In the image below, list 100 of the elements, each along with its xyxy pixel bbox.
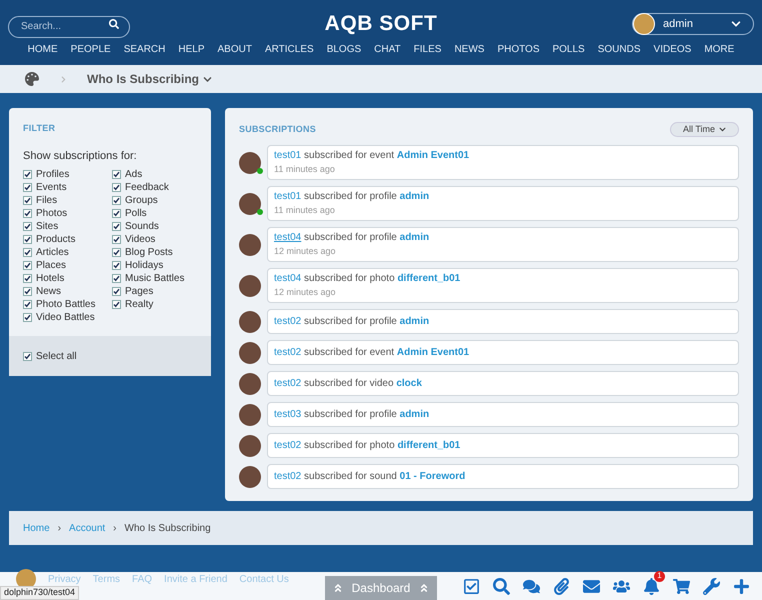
checkbox[interactable] [23, 287, 32, 296]
breadcrumb-link[interactable]: Account [69, 520, 106, 536]
users-icon[interactable] [613, 578, 630, 594]
avatar[interactable] [239, 466, 261, 488]
checkbox[interactable] [112, 183, 121, 192]
cart-icon[interactable] [673, 578, 690, 594]
double-chevron-up-icon [333, 583, 343, 593]
object-link[interactable]: different_b01 [397, 440, 460, 451]
envelope-icon[interactable] [583, 578, 600, 594]
user-link[interactable]: test02 [274, 440, 302, 451]
nav-link[interactable]: NEWS [454, 42, 484, 57]
nav-link[interactable]: SEARCH [124, 42, 166, 57]
avatar[interactable] [239, 404, 261, 426]
checkbox[interactable] [23, 313, 32, 322]
checkbox[interactable] [23, 170, 32, 179]
checkbox[interactable] [23, 235, 32, 244]
user-link[interactable]: test03 [274, 409, 302, 420]
checkbox-label: Feedback [125, 181, 169, 194]
site-logo[interactable]: AQB SOFT [324, 8, 438, 40]
avatar[interactable] [239, 152, 261, 174]
user-link[interactable]: test01 [274, 191, 302, 202]
notification-badge: 1 [654, 570, 665, 582]
footer-link[interactable]: Invite a Friend [164, 572, 228, 586]
object-link[interactable]: admin [400, 191, 430, 202]
user-link[interactable]: test02 [274, 378, 302, 389]
checkbox[interactable] [23, 352, 32, 360]
object-link[interactable]: Admin Event01 [396, 347, 470, 358]
user-link[interactable]: test02 [274, 471, 302, 482]
checkbox[interactable] [23, 248, 32, 257]
status-url: dolphin730/test04 [0, 586, 80, 600]
checkbox[interactable] [112, 274, 121, 283]
avatar[interactable] [239, 310, 261, 332]
plus-icon[interactable] [733, 578, 750, 594]
palette-icon[interactable] [24, 72, 40, 86]
object-link[interactable]: 01 - Foreword [400, 471, 466, 482]
avatar[interactable] [239, 372, 261, 394]
nav-link[interactable]: HELP [178, 42, 204, 57]
nav-link[interactable]: SOUNDS [598, 42, 641, 57]
nav-link[interactable]: PHOTOS [497, 42, 540, 57]
checkbox[interactable] [112, 261, 121, 270]
user-menu[interactable]: admin [632, 13, 754, 35]
checkbox[interactable] [112, 170, 121, 179]
search-icon[interactable] [493, 578, 510, 594]
bell-icon[interactable] [643, 578, 660, 594]
checkbox[interactable] [112, 287, 121, 296]
user-link[interactable]: test02 [274, 347, 302, 358]
panel-title: FILTER [23, 122, 56, 135]
checkbox[interactable] [23, 196, 32, 205]
object-link[interactable]: admin [400, 316, 430, 327]
nav-link[interactable]: HOME [28, 42, 58, 57]
breadcrumb-link[interactable]: Home [23, 520, 50, 536]
checkbox[interactable] [23, 261, 32, 270]
checkbox[interactable] [112, 209, 121, 218]
checkbox[interactable] [23, 222, 32, 231]
paperclip-icon[interactable] [553, 578, 570, 594]
checkbox[interactable] [23, 183, 32, 192]
nav-link[interactable]: FILES [414, 42, 442, 57]
nav-link[interactable]: POLLS [552, 42, 585, 57]
avatar[interactable] [239, 342, 261, 364]
checkbox[interactable] [112, 222, 121, 231]
checkbox-icon[interactable] [463, 578, 480, 594]
nav-link[interactable]: ABOUT [218, 42, 252, 57]
page-title-menu[interactable]: Who Is Subscribing [87, 70, 212, 88]
checkbox-label: Photos [36, 207, 68, 220]
avatar[interactable] [239, 434, 261, 456]
user-link[interactable]: test01 [274, 150, 302, 162]
checkbox[interactable] [23, 274, 32, 283]
checkbox[interactable] [23, 209, 32, 218]
time-ago: 11 minutes ago [274, 204, 336, 218]
checkbox-label: Files [36, 194, 58, 207]
search-icon[interactable] [109, 19, 119, 29]
nav-link[interactable]: MORE [704, 42, 734, 57]
nav-link[interactable]: CHAT [374, 42, 401, 57]
object-link[interactable]: clock [396, 378, 422, 389]
avatar[interactable] [239, 234, 261, 256]
dashboard-button[interactable]: Dashboard [325, 576, 437, 600]
wrench-icon[interactable] [703, 578, 720, 594]
object-link[interactable]: different_b01 [397, 273, 460, 284]
checkbox[interactable] [112, 300, 121, 309]
checkbox[interactable] [112, 248, 121, 257]
avatar[interactable] [239, 192, 261, 214]
user-link[interactable]: test02 [274, 316, 302, 327]
checkbox-label: Video Battles [36, 311, 95, 324]
object-link[interactable]: Admin Event01 [396, 150, 470, 162]
object-link[interactable]: admin [400, 409, 430, 420]
footer-link[interactable]: Terms [92, 572, 120, 586]
nav-link[interactable]: BLOGS [326, 42, 362, 57]
checkbox[interactable] [23, 300, 32, 309]
period-dropdown[interactable]: All Time [670, 122, 739, 137]
search-field[interactable]: Search... [8, 16, 130, 38]
user-link[interactable]: test04 [274, 273, 302, 284]
nav-link[interactable]: VIDEOS [654, 42, 692, 57]
avatar[interactable] [239, 274, 261, 296]
chat-bubbles-icon[interactable] [523, 578, 540, 594]
user-link[interactable]: test04 [274, 232, 302, 244]
checkbox[interactable] [112, 196, 121, 205]
object-link[interactable]: admin [400, 232, 430, 244]
nav-link[interactable]: PEOPLE [70, 42, 111, 57]
nav-link[interactable]: ARTICLES [264, 42, 314, 57]
checkbox[interactable] [112, 235, 121, 244]
